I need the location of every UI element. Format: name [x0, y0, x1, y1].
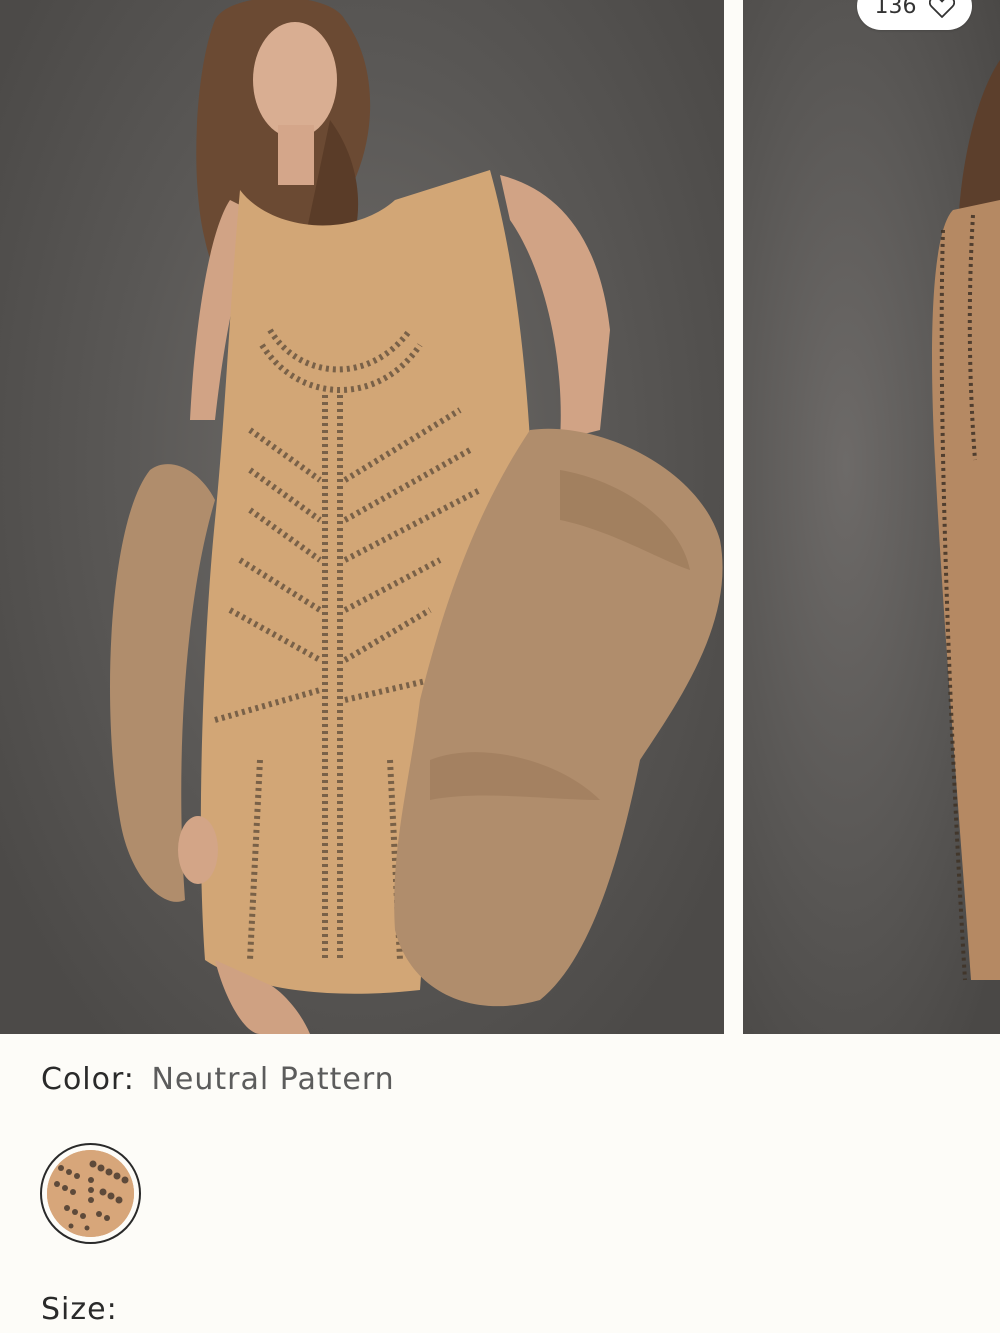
size-label: Size:	[41, 1292, 118, 1327]
product-image-carousel[interactable]: 136	[0, 0, 1000, 1034]
heart-outline-icon	[928, 0, 955, 18]
product-image-main[interactable]	[0, 0, 724, 1034]
color-swatch-neutral-pattern[interactable]	[40, 1143, 141, 1244]
product-image-secondary[interactable]	[743, 0, 1000, 1034]
color-label: Color:	[41, 1062, 135, 1097]
color-selector-heading: Color: Neutral Pattern	[41, 1062, 395, 1097]
wishlist-likes-button[interactable]: 136	[857, 0, 972, 30]
likes-count: 136	[874, 0, 917, 19]
product-photo-secondary-illustration	[932, 60, 1000, 981]
swatch-pattern-image	[47, 1150, 134, 1237]
product-photo-illustration	[110, 0, 723, 1034]
selected-color-value: Neutral Pattern	[151, 1062, 395, 1097]
